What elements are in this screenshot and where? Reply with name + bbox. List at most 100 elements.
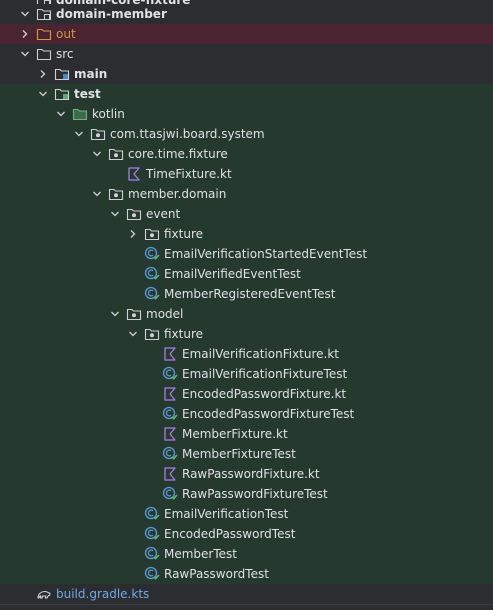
tree-row-fixture[interactable]: fixture bbox=[0, 324, 493, 344]
tree-row-rawpasswordfixture-kt[interactable]: RawPasswordFixture.kt bbox=[0, 464, 493, 484]
tree-row-core-time-fixture[interactable]: core.time.fixture bbox=[0, 144, 493, 164]
test-root-icon bbox=[72, 106, 88, 122]
tree-row-emailverificationtest[interactable]: EmailVerificationTest bbox=[0, 504, 493, 524]
tree-row-rawpasswordtest[interactable]: RawPasswordTest bbox=[0, 564, 493, 584]
tree-item-label: RawPasswordFixtureTest bbox=[182, 487, 328, 501]
test-class-icon bbox=[144, 526, 160, 542]
tree-item-label: test bbox=[74, 87, 101, 101]
tree-row-emailverificationfixturetest[interactable]: EmailVerificationFixtureTest bbox=[0, 364, 493, 384]
kotlin-file-icon bbox=[126, 166, 142, 182]
tree-item-label: EncodedPasswordFixtureTest bbox=[182, 407, 355, 421]
arrow-spacer bbox=[126, 247, 140, 261]
test-class-icon bbox=[162, 406, 178, 422]
tree-row-membertest[interactable]: MemberTest bbox=[0, 544, 493, 564]
tree-item-label: build.gradle.kts bbox=[56, 587, 150, 601]
test-class-icon bbox=[144, 266, 160, 282]
package-icon bbox=[108, 186, 124, 202]
chevron-right-icon[interactable] bbox=[126, 227, 140, 241]
chevron-down-icon[interactable] bbox=[54, 107, 68, 121]
tree-item-label: fixture bbox=[164, 227, 204, 241]
tree-row-out[interactable]: out bbox=[0, 24, 493, 44]
tree-item-label: EmailVerifiedEventTest bbox=[164, 267, 301, 281]
tree-row-com-ttasjwi-board-system[interactable]: com.ttasjwi.board.system bbox=[0, 124, 493, 144]
tree-item-label: EncodedPasswordFixture.kt bbox=[182, 387, 347, 401]
tree-row-emailverifiedeventtest[interactable]: EmailVerifiedEventTest bbox=[0, 264, 493, 284]
tree-item-label: RawPasswordFixture.kt bbox=[182, 467, 320, 481]
kotlin-file-icon bbox=[162, 426, 178, 442]
kotlin-file-icon bbox=[162, 386, 178, 402]
chevron-down-icon[interactable] bbox=[90, 147, 104, 161]
arrow-spacer bbox=[144, 367, 158, 381]
tree-row-encodedpasswordfixture-kt[interactable]: EncodedPasswordFixture.kt bbox=[0, 384, 493, 404]
chevron-down-icon[interactable] bbox=[126, 327, 140, 341]
tree-item-label: RawPasswordTest bbox=[164, 567, 269, 581]
arrow-spacer bbox=[126, 267, 140, 281]
package-icon bbox=[108, 146, 124, 162]
tree-row-encodedpasswordtest[interactable]: EncodedPasswordTest bbox=[0, 524, 493, 544]
tree-row-model[interactable]: model bbox=[0, 304, 493, 324]
tree-item-label: MemberFixtureTest bbox=[182, 447, 296, 461]
excluded-folder-icon bbox=[36, 26, 52, 42]
tree-row-memberregisteredeventtest[interactable]: MemberRegisteredEventTest bbox=[0, 284, 493, 304]
test-class-icon bbox=[144, 286, 160, 302]
chevron-down-icon[interactable] bbox=[36, 87, 50, 101]
tree-row-test[interactable]: test bbox=[0, 84, 493, 104]
tree-row-emailverificationfixture-kt[interactable]: EmailVerificationFixture.kt bbox=[0, 344, 493, 364]
tree-row-fixture[interactable]: fixture bbox=[0, 224, 493, 244]
chevron-down-icon[interactable] bbox=[18, 47, 32, 61]
tree-row-encodedpasswordfixturetest[interactable]: EncodedPasswordFixtureTest bbox=[0, 404, 493, 424]
chevron-right-icon[interactable] bbox=[18, 27, 32, 41]
tree-item-label: MemberTest bbox=[164, 547, 237, 561]
tree-row-event[interactable]: event bbox=[0, 204, 493, 224]
tree-item-label: EmailVerificationStartedEventTest bbox=[164, 247, 368, 261]
tree-row-src[interactable]: src bbox=[0, 44, 493, 64]
chevron-down-icon[interactable] bbox=[90, 187, 104, 201]
tree-item-label: EncodedPasswordTest bbox=[164, 527, 296, 541]
arrow-spacer bbox=[144, 467, 158, 481]
test-folder-icon bbox=[54, 86, 70, 102]
chevron-down-icon[interactable] bbox=[72, 127, 86, 141]
kotlin-file-icon bbox=[162, 466, 178, 482]
tree-row-rawpasswordfixturetest[interactable]: RawPasswordFixtureTest bbox=[0, 484, 493, 504]
test-class-icon bbox=[162, 446, 178, 462]
tree-row-memberfixture-kt[interactable]: MemberFixture.kt bbox=[0, 424, 493, 444]
arrow-spacer bbox=[144, 407, 158, 421]
chevron-down-icon[interactable] bbox=[108, 207, 122, 221]
tree-item-label: event bbox=[146, 207, 181, 221]
chevron-right-icon[interactable] bbox=[36, 67, 50, 81]
tree-row-member-domain[interactable]: member.domain bbox=[0, 184, 493, 204]
tree-item-label: kotlin bbox=[92, 107, 125, 121]
package-icon bbox=[126, 206, 142, 222]
tree-item-label: src bbox=[56, 47, 74, 61]
tree-item-label: model bbox=[146, 307, 184, 321]
tree-row-emailverificationstartedeventtest[interactable]: EmailVerificationStartedEventTest bbox=[0, 244, 493, 264]
chevron-down-icon[interactable] bbox=[108, 307, 122, 321]
tree-row-memberfixturetest[interactable]: MemberFixtureTest bbox=[0, 444, 493, 464]
test-class-icon bbox=[144, 566, 160, 582]
arrow-spacer bbox=[144, 487, 158, 501]
package-icon bbox=[126, 306, 142, 322]
tree-row-kotlin[interactable]: kotlin bbox=[0, 104, 493, 124]
chevron-down-icon[interactable] bbox=[18, 7, 32, 21]
tree-row-main[interactable]: main bbox=[0, 64, 493, 84]
divider bbox=[0, 604, 493, 605]
tree-item-label: fixture bbox=[164, 327, 204, 341]
tree-row-timefixture-kt[interactable]: TimeFixture.kt bbox=[0, 164, 493, 184]
test-class-icon bbox=[144, 246, 160, 262]
tree-item-label: TimeFixture.kt bbox=[146, 167, 232, 181]
tree-item-label: out bbox=[56, 27, 76, 41]
package-icon bbox=[144, 326, 160, 342]
tree-row-domain-member[interactable]: domain-member bbox=[0, 4, 493, 24]
test-class-icon bbox=[144, 546, 160, 562]
tree-row-build-gradle-kts[interactable]: build.gradle.kts bbox=[0, 584, 493, 604]
tree-item-label: MemberRegisteredEventTest bbox=[164, 287, 336, 301]
tree-item-label: main bbox=[74, 67, 108, 81]
package-icon bbox=[144, 226, 160, 242]
kotlin-file-icon bbox=[162, 346, 178, 362]
arrow-spacer bbox=[126, 547, 140, 561]
arrow-spacer bbox=[126, 507, 140, 521]
module-folder-icon bbox=[36, 6, 52, 22]
folder-icon bbox=[36, 46, 52, 62]
tree-item-label: MemberFixture.kt bbox=[182, 427, 288, 441]
arrow-spacer bbox=[144, 427, 158, 441]
